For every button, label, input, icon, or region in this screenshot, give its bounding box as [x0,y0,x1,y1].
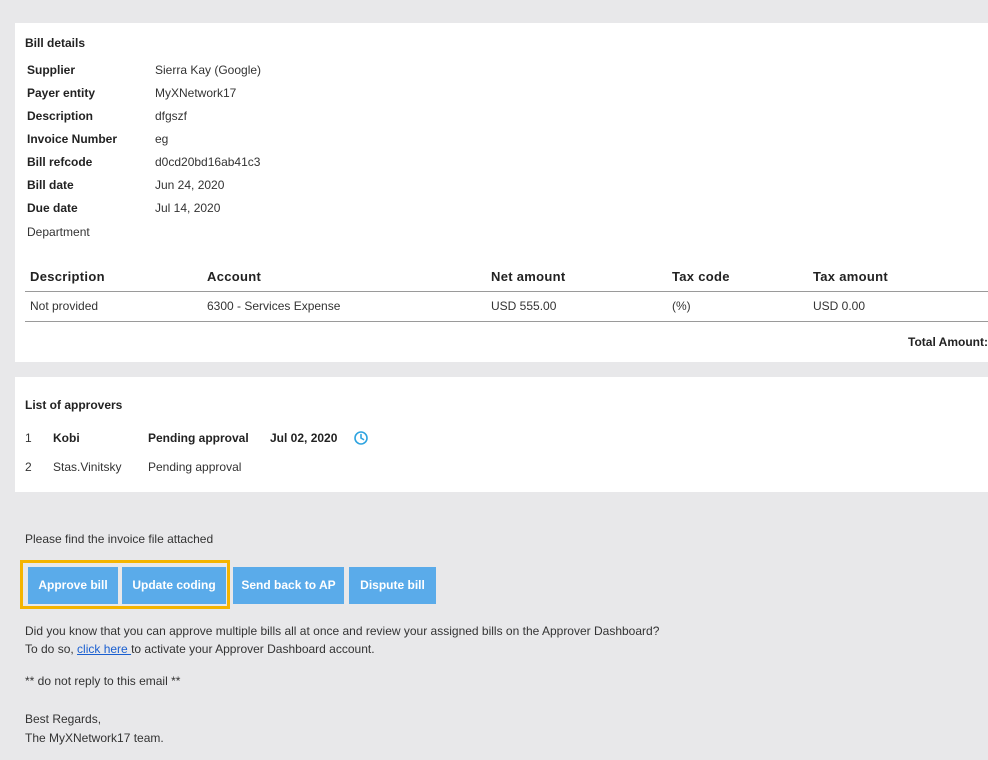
bill-details-card: Bill details Supplier Sierra Kay (Google… [15,23,988,362]
approvers-title: List of approvers [25,398,123,412]
approver-status: Pending approval [148,431,249,445]
column-header-account: Account [207,269,262,284]
column-header-description: Description [30,269,105,284]
send-back-to-ap-button[interactable]: Send back to AP [233,567,344,604]
detail-label: Invoice Number [27,132,118,146]
dashboard-suffix-text: to activate your Approver Dashboard acco… [131,642,375,656]
dashboard-activate-line: To do so, click here to activate your Ap… [25,642,375,656]
detail-value: Jun 24, 2020 [155,178,225,192]
no-reply-note: ** do not reply to this email ** [25,674,181,688]
detail-value: d0cd20bd16ab41c3 [155,155,261,169]
table-cell: 6300 - Services Expense [207,299,341,313]
dispute-bill-button[interactable]: Dispute bill [349,567,436,604]
table-cell: USD 0.00 [813,299,866,313]
detail-value: Jul 14, 2020 [155,201,221,215]
approver-status: Pending approval [148,460,242,474]
table-row: Not provided 6300 - Services Expense USD… [25,292,988,322]
column-header-net-amount: Net amount [491,269,566,284]
approve-bill-button[interactable]: Approve bill [28,567,118,604]
approver-number: 2 [25,460,32,474]
attachment-note: Please find the invoice file attached [25,532,214,546]
clock-icon [353,430,369,446]
detail-label: Description [27,109,94,123]
approver-date: Jul 02, 2020 [270,431,338,445]
click-here-link[interactable]: click here [77,642,131,656]
detail-value: Sierra Kay (Google) [155,63,262,77]
detail-label: Bill date [27,178,74,192]
table-header-row: Description Account Net amount Tax code … [25,263,988,292]
bill-details-title: Bill details [25,36,86,50]
table-cell: USD 555.00 [491,299,557,313]
detail-label: Department [27,225,90,239]
approver-name: Stas.Vinitsky [53,460,122,474]
detail-label: Supplier [27,63,76,77]
detail-label: Payer entity [27,86,96,100]
table-cell: Not provided [30,299,99,313]
regards-text: Best Regards, [25,712,102,726]
column-header-tax-code: Tax code [672,269,730,284]
detail-label: Due date [27,201,78,215]
approver-name: Kobi [53,431,80,445]
dashboard-prefix-text: To do so, [25,642,78,656]
update-coding-button[interactable]: Update coding [122,567,226,604]
approver-number: 1 [25,431,32,445]
total-amount-label: Total Amount: [908,335,988,349]
table-cell: (%) [672,299,691,313]
column-header-tax-amount: Tax amount [813,269,888,284]
detail-label: Bill refcode [27,155,93,169]
detail-value: eg [155,132,169,146]
approvers-card: List of approvers 1 Kobi Pending approva… [15,377,988,492]
detail-value: dfgszf [155,109,188,123]
dashboard-info-line: Did you know that you can approve multip… [25,624,660,638]
signature-text: The MyXNetwork17 team. [25,731,164,745]
detail-value: MyXNetwork17 [155,86,237,100]
